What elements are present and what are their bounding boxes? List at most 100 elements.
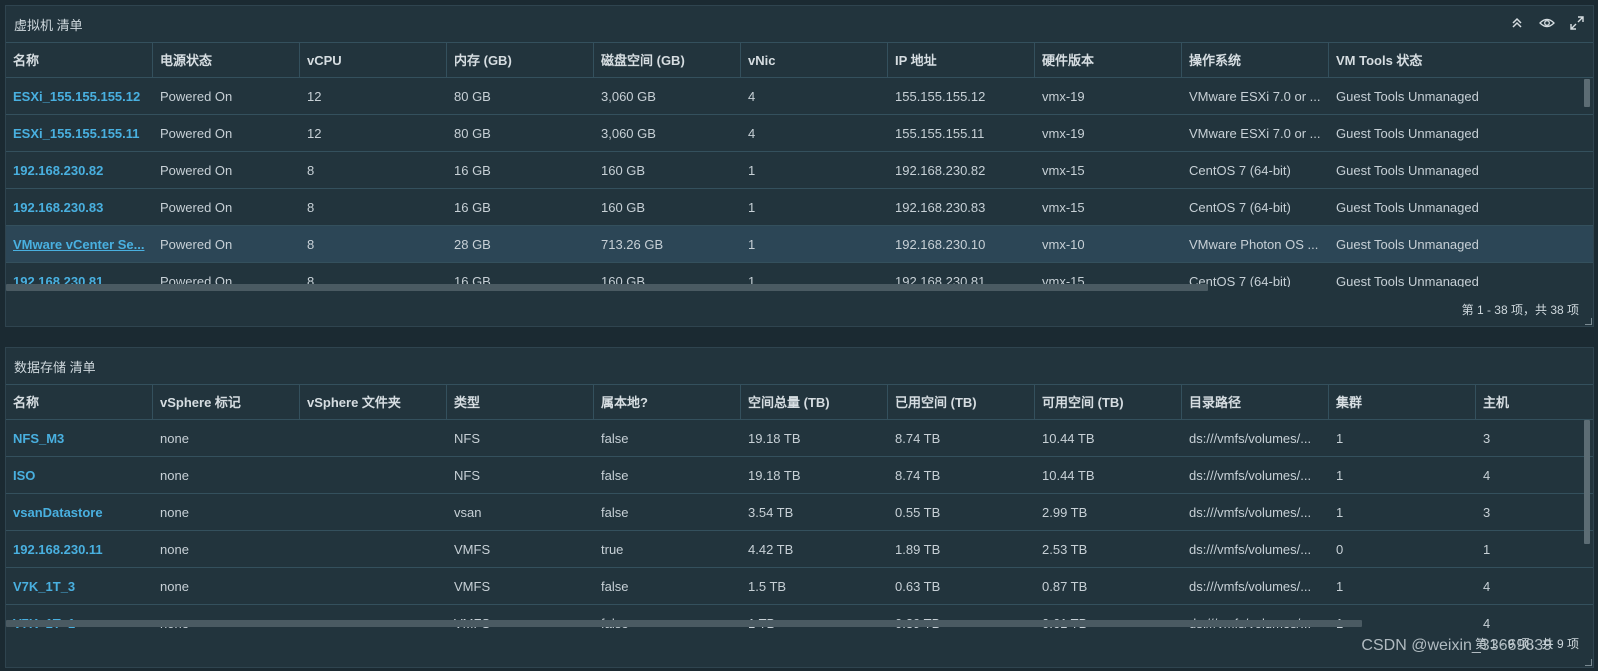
ds-column-header-total-space[interactable]: 空间总量 (TB): [741, 385, 888, 420]
ds-cell-directory-path: ds:///vmfs/volumes/...: [1189, 541, 1312, 557]
ds-column-header-type[interactable]: 类型: [447, 385, 594, 420]
vm-name-link[interactable]: 192.168.230.82: [6, 163, 153, 178]
ds-vertical-scrollbar[interactable]: [1584, 420, 1590, 544]
ds-column-header-host[interactable]: 主机: [1476, 385, 1589, 420]
table-row[interactable]: 192.168.230.83 Powered On 8 16 GB 160 GB 1 192…: [6, 189, 1593, 226]
ds-cell-host: 3: [1483, 430, 1491, 446]
ds-cell-is-local: false: [601, 578, 629, 594]
ds-column-header-used-space[interactable]: 已用空间 (TB): [888, 385, 1035, 420]
collapse-up-icon[interactable]: [1509, 15, 1525, 31]
table-row[interactable]: VMware vCenter Se... Powered On 8 28 GB 713.…: [6, 226, 1593, 263]
datastore-inventory-panel: 数据存储 清单 名称 vSphere 标记 vSphere 文件夹 类型 属本地? 空间总…: [5, 347, 1594, 668]
vm-name-link[interactable]: VMware vCenter Se...: [6, 237, 153, 252]
table-row[interactable]: 192.168.230.82 Powered On 8 16 GB 160 GB 1 192…: [6, 152, 1593, 189]
ds-cell-type: NFS: [454, 430, 480, 446]
vm-column-header-vnic[interactable]: vNic: [741, 43, 888, 78]
ds-cell-cluster: 1: [1336, 504, 1344, 520]
vm-column-header-vcpu[interactable]: vCPU: [300, 43, 447, 78]
vm-name-link[interactable]: ESXi_155.155.155.12: [6, 89, 153, 104]
vm-cell-ip-address: 155.155.155.12: [895, 88, 986, 104]
ds-column-header-name[interactable]: 名称: [6, 385, 153, 420]
ds-cell-total-space: 4.42 TB: [748, 541, 794, 557]
table-row[interactable]: ESXi_155.155.155.12 Powered On 12 80 GB 3,06…: [6, 78, 1593, 115]
ds-cell-free-space: 10.44 TB: [1042, 430, 1095, 446]
ds-cell-total-space: 1.5 TB: [748, 578, 787, 594]
ds-cell-directory-path: ds:///vmfs/volumes/...: [1189, 430, 1312, 446]
ds-cell-cluster: 1: [1336, 430, 1344, 446]
expand-icon[interactable]: [1569, 15, 1585, 31]
vm-inventory-panel: 虚拟机 清单 名称 电源状态 vCPU 内存 (GB) 磁盘空间 (GB) vNic IP …: [5, 5, 1594, 327]
ds-cell-total-space: 3.54 TB: [748, 504, 794, 520]
table-row[interactable]: 192.168.230.11 none VMFS true 4.42 TB 1.89 TB…: [6, 531, 1593, 568]
vm-cell-hardware-version: vmx-10: [1042, 236, 1085, 252]
vm-pagination-text: 第 1 - 38 项，共 38 项: [1461, 303, 1579, 317]
ds-resize-handle[interactable]: [1585, 659, 1592, 666]
vm-cell-vm-tools-status: Guest Tools Unmanaged: [1336, 125, 1479, 141]
ds-column-header-directory-path[interactable]: 目录路径: [1182, 385, 1329, 420]
ds-column-header-free-space[interactable]: 可用空间 (TB): [1035, 385, 1182, 420]
vm-cell-memory: 80 GB: [454, 88, 491, 104]
vm-column-header-power-state[interactable]: 电源状态: [153, 43, 300, 78]
vm-cell-ip-address: 192.168.230.83: [895, 199, 986, 215]
ds-name-link[interactable]: V7K_1T_3: [6, 579, 153, 594]
ds-panel-title: 数据存储 清单: [14, 359, 96, 375]
vm-cell-ip-address: 192.168.230.10: [895, 236, 986, 252]
ds-cell-directory-path: ds:///vmfs/volumes/...: [1189, 578, 1312, 594]
ds-cell-vsphere-tag: none: [160, 467, 189, 483]
vm-cell-vm-tools-status: Guest Tools Unmanaged: [1336, 236, 1479, 252]
vm-column-header-hardware-version[interactable]: 硬件版本: [1035, 43, 1182, 78]
vm-panel-header: 虚拟机 清单: [6, 6, 1593, 43]
ds-table-body[interactable]: NFS_M3 none NFS false 19.18 TB 8.74 TB 10.44 T…: [6, 420, 1593, 629]
vm-cell-vnic: 1: [748, 236, 756, 252]
vm-cell-hardware-version: vmx-19: [1042, 125, 1085, 141]
vm-panel-title: 虚拟机 清单: [14, 17, 83, 33]
table-row[interactable]: ESXi_155.155.155.11 Powered On 12 80 GB 3,06…: [6, 115, 1593, 152]
ds-column-header-vsphere-tag[interactable]: vSphere 标记: [153, 385, 300, 420]
ds-horizontal-scrollbar[interactable]: [6, 620, 1362, 627]
ds-name-link[interactable]: vsanDatastore: [6, 505, 153, 520]
ds-cell-vsphere-tag: none: [160, 578, 189, 594]
vm-resize-handle[interactable]: [1585, 318, 1592, 325]
vm-column-header-vm-tools-status[interactable]: VM Tools 状态: [1329, 43, 1559, 78]
ds-name-link[interactable]: NFS_M3: [6, 431, 153, 446]
ds-cell-type: VMFS: [454, 578, 491, 594]
ds-cell-free-space: 2.99 TB: [1042, 504, 1088, 520]
ds-cell-host: 4: [1483, 615, 1491, 630]
ds-column-header-vsphere-folder[interactable]: vSphere 文件夹: [300, 385, 447, 420]
vm-cell-vcpu: 12: [307, 125, 322, 141]
ds-cell-type: vsan: [454, 504, 482, 520]
vm-table-body[interactable]: ESXi_155.155.155.12 Powered On 12 80 GB 3,06…: [6, 78, 1593, 287]
vm-vertical-scrollbar[interactable]: [1584, 79, 1590, 107]
vm-cell-power-state: Powered On: [160, 199, 233, 215]
eye-icon[interactable]: [1539, 15, 1555, 31]
ds-column-header-cluster[interactable]: 集群: [1329, 385, 1476, 420]
vm-name-link[interactable]: ESXi_155.155.155.11: [6, 126, 153, 141]
ds-cell-free-space: 0.87 TB: [1042, 578, 1088, 594]
table-row[interactable]: vsanDatastore none vsan false 3.54 TB 0.55 TB…: [6, 494, 1593, 531]
ds-column-header-is-local[interactable]: 属本地?: [594, 385, 741, 420]
vm-cell-os: CentOS 7 (64-bit): [1189, 162, 1291, 178]
table-row[interactable]: NFS_M3 none NFS false 19.18 TB 8.74 TB 10.44 T…: [6, 420, 1593, 457]
vm-cell-memory: 16 GB: [454, 199, 491, 215]
vm-column-header-os[interactable]: 操作系统: [1182, 43, 1329, 78]
ds-cell-vsphere-tag: none: [160, 541, 189, 557]
table-row[interactable]: ISO none NFS false 19.18 TB 8.74 TB 10.44 TB ds…: [6, 457, 1593, 494]
vm-column-header-ip-address[interactable]: IP 地址: [888, 43, 1035, 78]
vm-name-link[interactable]: 192.168.230.83: [6, 200, 153, 215]
vm-cell-power-state: Powered On: [160, 125, 233, 141]
vm-column-header-name[interactable]: 名称: [6, 43, 153, 78]
ds-panel-header: 数据存储 清单: [6, 348, 1593, 385]
ds-cell-total-space: 19.18 TB: [748, 430, 801, 446]
ds-name-link[interactable]: 192.168.230.11: [6, 542, 153, 557]
vm-column-header-disk-space[interactable]: 磁盘空间 (GB): [594, 43, 741, 78]
ds-datagrid: 名称 vSphere 标记 vSphere 文件夹 类型 属本地? 空间总量 (TB) 已用…: [6, 385, 1593, 629]
ds-cell-is-local: false: [601, 430, 629, 446]
ds-name-link[interactable]: ISO: [6, 468, 153, 483]
table-row[interactable]: V7K_1T_3 none VMFS false 1.5 TB 0.63 TB 0.87 T…: [6, 568, 1593, 605]
vm-column-header-memory[interactable]: 内存 (GB): [447, 43, 594, 78]
ds-cell-host: 1: [1483, 541, 1491, 557]
vm-cell-hardware-version: vmx-15: [1042, 199, 1085, 215]
ds-table-header: 名称 vSphere 标记 vSphere 文件夹 类型 属本地? 空间总量 (TB) 已用…: [6, 385, 1593, 420]
vm-horizontal-scrollbar[interactable]: [6, 284, 1208, 291]
vm-cell-hardware-version: vmx-19: [1042, 88, 1085, 104]
